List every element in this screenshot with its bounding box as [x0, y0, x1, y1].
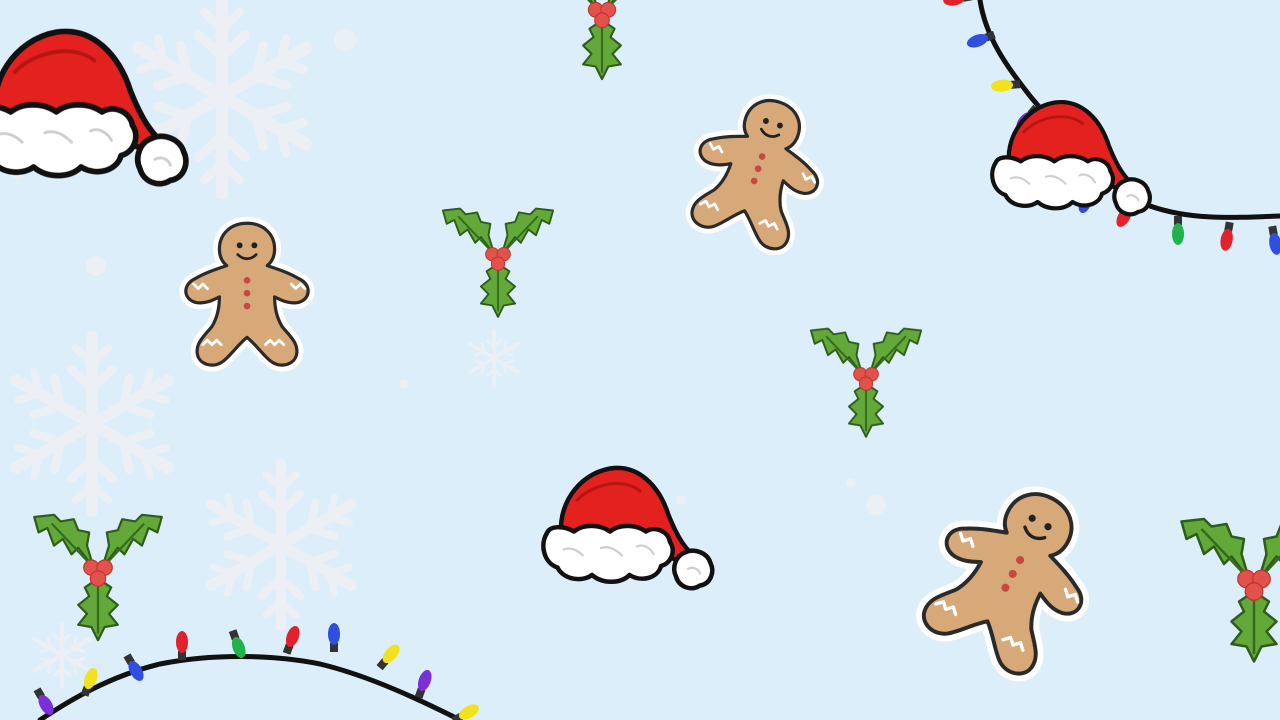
wallpaper-pattern [0, 0, 1280, 720]
christmas-wallpaper [0, 0, 1280, 720]
